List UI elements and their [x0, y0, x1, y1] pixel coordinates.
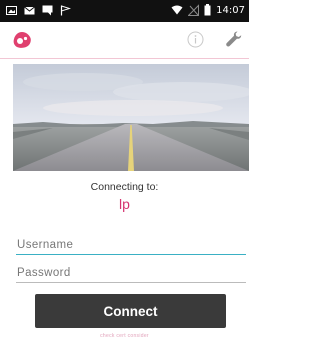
notification-icons — [6, 5, 71, 16]
flag-icon — [60, 5, 71, 16]
connect-button[interactable]: Connect — [35, 294, 226, 328]
username-field[interactable] — [16, 236, 246, 255]
wrench-icon[interactable] — [225, 30, 243, 48]
system-icons: 14:07 — [171, 4, 245, 16]
mail-icon — [24, 6, 35, 15]
status-bar: 14:07 — [0, 0, 249, 22]
app-logo-icon[interactable] — [12, 31, 32, 49]
connecting-label: Connecting to: — [90, 181, 159, 193]
battery-icon — [204, 4, 211, 16]
chat-icon — [42, 5, 53, 16]
info-icon[interactable] — [187, 31, 204, 48]
hero-road-image — [13, 64, 249, 171]
password-field[interactable] — [16, 264, 246, 283]
connection-name: lp — [119, 196, 130, 212]
image-icon — [6, 6, 17, 15]
status-time: 14:07 — [216, 4, 245, 16]
app-bar — [0, 22, 249, 59]
footer-text: check cert consider — [100, 333, 149, 339]
wifi-icon — [171, 5, 183, 15]
signal-icon — [188, 4, 200, 16]
